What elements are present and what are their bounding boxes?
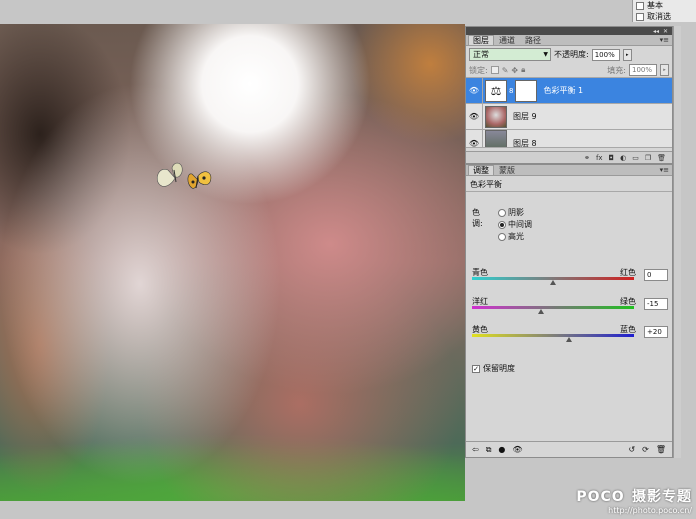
- trash-icon[interactable]: 🗑︎: [657, 154, 666, 162]
- slider-track[interactable]: [472, 334, 634, 337]
- radio-circle[interactable]: [498, 220, 506, 229]
- trash-icon[interactable]: 🗑︎: [656, 445, 666, 454]
- lock-transparent-icon[interactable]: [490, 66, 499, 74]
- eye-icon[interactable]: 👁︎: [466, 77, 483, 104]
- lock-label: 锁定:: [469, 65, 488, 75]
- mask-icon[interactable]: ◘: [609, 154, 615, 162]
- radio-circle[interactable]: [498, 208, 506, 217]
- mask-thumbnail[interactable]: [515, 79, 538, 102]
- group-icon[interactable]: ▭: [632, 154, 639, 162]
- slider-thumb[interactable]: [537, 309, 544, 314]
- tab-adjustments[interactable]: 调整: [468, 165, 494, 175]
- slider-yellow-blue: 黄色 蓝色 +20: [472, 324, 672, 348]
- top-item-deselect[interactable]: 取消选: [647, 11, 671, 22]
- checkbox-label: 保留明度: [483, 364, 515, 373]
- top-item-basic[interactable]: 基本: [647, 0, 663, 11]
- layer-thumbnail: [485, 130, 507, 147]
- adjustment-title: 色彩平衡: [466, 176, 672, 192]
- adjust-bottom-toolbar: ⇦ ⧉ ● 👁︎ ↺ ⟳ 🗑︎: [466, 441, 672, 457]
- radio-label: 阴影: [508, 208, 524, 217]
- slider-thumb[interactable]: [550, 280, 556, 285]
- reset-icon[interactable]: ↺: [628, 445, 635, 454]
- opacity-label: 不透明度:: [554, 50, 589, 59]
- adjustment-thumbnail: ⚖: [485, 79, 507, 102]
- fill-label: 填充:: [607, 65, 626, 75]
- radio-highlights[interactable]: 高光: [498, 231, 524, 242]
- adjustments-panel: 调整 蒙版 ▾≡ 色彩平衡 色调: 阴影 中间调 高光 青色 红色 0 洋红 绿…: [465, 164, 673, 458]
- layer-row-color-balance[interactable]: 👁︎ ⚖ 8 色彩平衡 1: [466, 77, 672, 104]
- layers-bottom-toolbar: ⚭ fx ◘ ◐ ▭ ❐ 🗑︎: [466, 151, 672, 163]
- tab-masks[interactable]: 蒙版: [494, 165, 520, 175]
- watermark-url: http://photo.poco.cn/: [608, 506, 692, 515]
- lock-position-icon[interactable]: ✥: [511, 66, 518, 75]
- blend-mode-value: 正常: [473, 50, 489, 59]
- chevron-down-icon: ▼: [543, 51, 548, 58]
- panel-menu-icon[interactable]: ▾≡: [660, 166, 669, 174]
- return-icon[interactable]: ⇦: [472, 445, 479, 454]
- layer-row-9[interactable]: 👁︎ 图层 9: [466, 103, 672, 130]
- layer-name: 色彩平衡 1: [543, 86, 584, 95]
- tab-layers[interactable]: 图层: [468, 35, 494, 45]
- tone-label: 色调:: [472, 208, 483, 228]
- slider-value-input[interactable]: +20: [644, 326, 668, 338]
- slider-track[interactable]: [472, 306, 634, 309]
- lock-row: 锁定: ✎ ✥ 🔒︎ 填充: 100% ▸: [466, 63, 672, 78]
- eye-icon[interactable]: 👁︎: [466, 103, 483, 130]
- refresh-icon[interactable]: ⟳: [642, 445, 649, 454]
- layer-name: 图层 9: [513, 112, 537, 121]
- adjust-tabs: 调整 蒙版 ▾≡: [466, 165, 672, 176]
- close-icon[interactable]: ✕: [663, 28, 668, 35]
- watermark-brand: POCO: [576, 489, 625, 505]
- opacity-slider-button[interactable]: ▸: [622, 48, 632, 61]
- layer-name: 图层 8: [513, 139, 537, 148]
- butterfly-subject: [156, 162, 212, 189]
- fill-input[interactable]: 100%: [629, 64, 657, 76]
- slider-thumb[interactable]: [566, 337, 573, 342]
- clip-layer-icon[interactable]: ⧉: [486, 445, 492, 455]
- toggle-visibility-icon[interactable]: ●: [498, 445, 505, 454]
- view-previous-icon[interactable]: 👁︎: [512, 445, 522, 454]
- fx-icon[interactable]: fx: [596, 154, 603, 162]
- top-menu-fragment: 基本 取消选: [632, 0, 696, 22]
- layers-tabs: 图层 通道 路径 ▾≡: [466, 35, 672, 46]
- radio-circle[interactable]: [498, 232, 506, 241]
- blend-mode-select[interactable]: 正常 ▼: [469, 48, 551, 61]
- panel-menu-icon[interactable]: ▾≡: [660, 36, 669, 44]
- slider-cyan-red: 青色 红色 0: [472, 267, 672, 291]
- fill-slider-button[interactable]: ▸: [660, 64, 669, 76]
- radio-shadows[interactable]: 阴影: [498, 207, 524, 218]
- new-layer-icon[interactable]: ❐: [645, 154, 651, 162]
- slider-value-input[interactable]: -15: [644, 298, 668, 310]
- layers-panel: ◂◂ ✕ 图层 通道 路径 ▾≡ 正常 ▼ 不透明度: 100% ▸ 锁定: ✎…: [465, 26, 673, 164]
- chain-link-icon[interactable]: 8: [509, 87, 513, 95]
- adjustment-icon[interactable]: ◐: [620, 154, 626, 162]
- opacity-input[interactable]: 100%: [591, 48, 620, 61]
- checkbox-icon[interactable]: [636, 1, 644, 10]
- tab-paths[interactable]: 路径: [520, 35, 546, 45]
- slider-magenta-green: 洋红 绿色 -15: [472, 296, 672, 320]
- blend-row: 正常 ▼ 不透明度: 100% ▸: [466, 46, 672, 63]
- link-icon[interactable]: ⚭: [584, 154, 590, 162]
- radio-label: 中间调: [508, 220, 532, 229]
- lock-pixels-icon[interactable]: ✎: [502, 66, 509, 75]
- tab-channels[interactable]: 通道: [494, 35, 520, 45]
- radio-midtones[interactable]: 中间调: [498, 219, 532, 230]
- layer-row-8[interactable]: 👁︎ 图层 8: [466, 130, 672, 148]
- layer-thumbnail: [485, 105, 507, 128]
- checkbox[interactable]: ✓: [472, 364, 480, 373]
- document-canvas[interactable]: [0, 24, 465, 501]
- checkbox-icon[interactable]: [636, 12, 644, 21]
- lock-all-icon[interactable]: 🔒︎: [521, 65, 525, 75]
- panel-scroll-edge[interactable]: [673, 26, 681, 458]
- preserve-luminosity[interactable]: ✓ 保留明度: [472, 363, 515, 374]
- panel-titlebar: ◂◂ ✕: [466, 27, 672, 35]
- radio-label: 高光: [508, 232, 524, 241]
- watermark: POCO 摄影专题 http://photo.poco.cn/: [576, 485, 692, 515]
- watermark-sub: 摄影专题: [632, 489, 692, 505]
- slider-value-input[interactable]: 0: [644, 269, 668, 281]
- eye-icon[interactable]: 👁︎: [466, 130, 483, 147]
- collapse-icon[interactable]: ◂◂: [653, 28, 659, 35]
